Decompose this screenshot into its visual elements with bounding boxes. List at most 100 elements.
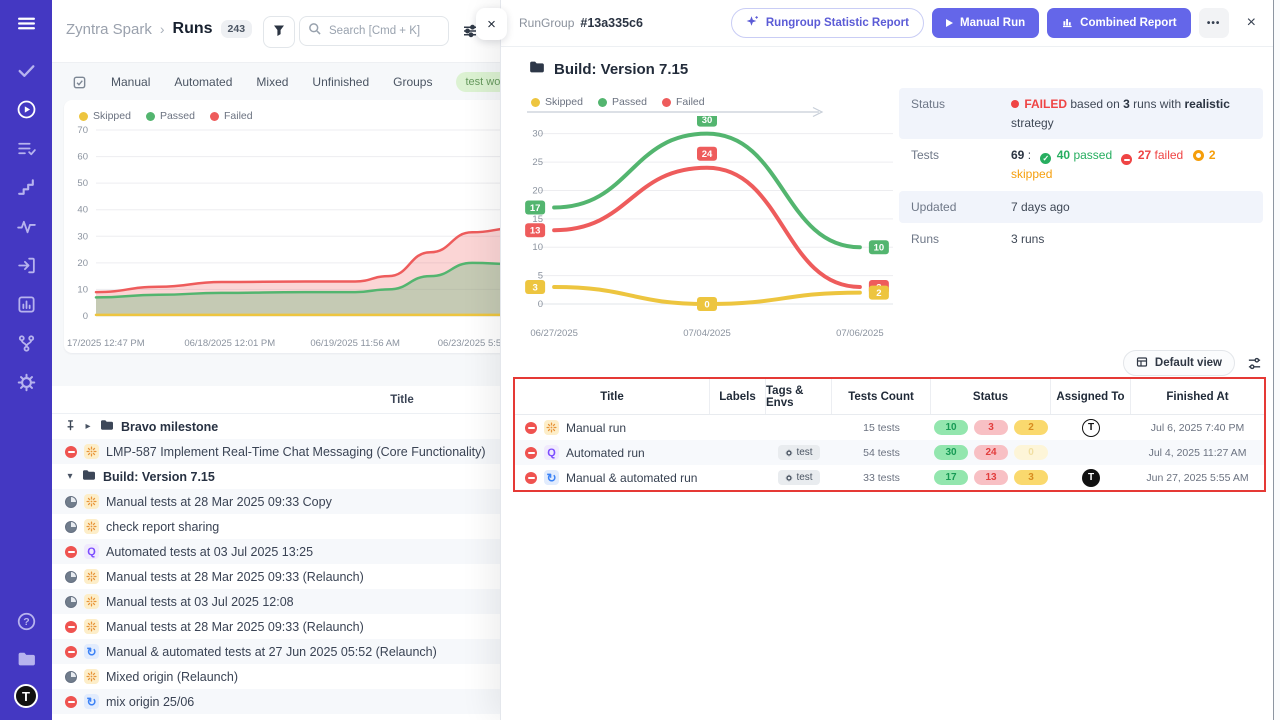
breadcrumb-page[interactable]: Runs [173,20,213,38]
column-header[interactable]: Labels [710,379,766,414]
sparkles-icon [746,15,759,31]
table-row[interactable]: Manual run15 tests1032TJul 6, 2025 7:40 … [515,415,1264,440]
failed-status-icon [65,446,77,458]
failed-status-icon [65,546,77,558]
settings-icon[interactable] [15,371,37,393]
tags-cell: test [766,470,832,485]
runs-tabs: Manual Automated Mixed Unfinished Groups… [52,62,500,102]
svg-text:15: 15 [532,214,543,225]
tab-groups[interactable]: Groups [393,75,432,89]
manual-run-icon [84,669,99,684]
breadcrumb: Zyntra Spark › Runs 243 [66,20,252,38]
breadcrumb-project[interactable]: Zyntra Spark [66,21,152,38]
test-plans-icon[interactable] [15,137,37,159]
table-view-icon [1136,356,1148,371]
failed-status-icon [525,422,537,434]
tab-manual[interactable]: Manual [111,75,150,89]
drawer-actions: Rungroup Statistic Report Manual Run Com… [731,8,1262,38]
assignee-avatar: T [1082,469,1100,487]
svg-text:24: 24 [702,149,713,160]
drawer-close-button[interactable]: × [1241,13,1262,33]
svg-text:06/18/2025 12:01 PM: 06/18/2025 12:01 PM [184,338,275,349]
svg-text:0: 0 [83,311,88,322]
svg-text:10: 10 [874,243,885,254]
column-header[interactable]: Finished At [1131,379,1264,414]
manual-run-button[interactable]: Manual Run [932,8,1039,38]
help-icon[interactable]: ? [15,610,37,632]
failed-status-icon [525,447,537,459]
manual-run-icon [84,519,99,534]
default-view-button[interactable]: Default view [1123,350,1235,376]
projects-icon[interactable] [15,647,37,669]
in-progress-status-icon [65,571,77,583]
folder-icon [82,469,96,484]
run-title: Manual tests at 28 Mar 2025 09:33 Copy [106,495,332,509]
statistic-report-button[interactable]: Rungroup Statistic Report [731,8,924,38]
runs-table-body: Manual run15 tests1032TJul 6, 2025 7:40 … [515,415,1264,490]
runs-play-icon[interactable] [15,98,37,120]
run-title: Build: Version 7.15 [103,470,215,484]
svg-text:10: 10 [77,284,88,295]
table-row[interactable]: QAutomated runtest54 tests30240Jul 4, 20… [515,440,1264,465]
tasks-check-icon[interactable] [15,59,37,81]
combined-report-button[interactable]: Combined Report [1047,8,1190,38]
more-actions-button[interactable]: ••• [1199,8,1229,38]
column-header[interactable]: Tests Count [832,379,931,414]
sidebar: ?T [0,0,52,720]
funnel-icon [272,23,286,42]
run-title: Manual tests at 28 Mar 2025 09:33 (Relau… [106,620,364,634]
tests-count-cell: 15 tests [832,422,931,434]
svg-text:13: 13 [530,226,541,237]
column-header[interactable]: Title [515,379,710,414]
svg-text:70: 70 [77,125,88,136]
search-input[interactable] [327,24,441,38]
manual-run-icon [84,494,99,509]
table-row[interactable]: ↻Manual & automated runtest33 tests17133… [515,465,1264,490]
column-header[interactable]: Assigned To [1051,379,1131,414]
folder-icon [100,419,114,434]
manual-run-icon [84,594,99,609]
svg-text:2: 2 [876,288,881,299]
manual-run-icon [84,444,99,459]
rungroup-line-chart: 05101520253006/27/202507/04/202507/06/20… [517,116,895,340]
column-header[interactable]: Tags & Envs [766,379,832,414]
status-count-pill: 3 [974,420,1008,435]
status-count-pill: 3 [1014,470,1048,485]
tags-cell: test [766,445,832,460]
tab-unfinished[interactable]: Unfinished [312,75,369,89]
column-header[interactable]: Status [931,379,1051,414]
rungroup-id: #13a335c6 [580,16,643,30]
tab-mixed[interactable]: Mixed [256,75,288,89]
account-logo-icon[interactable]: T [14,684,38,708]
import-icon[interactable] [15,254,37,276]
scrollbar[interactable] [1273,0,1280,720]
finished-at-cell: Jul 4, 2025 11:27 AM [1131,447,1264,459]
filter-button[interactable] [263,16,295,48]
run-title: Automated tests at 03 Jul 2025 13:25 [106,545,313,559]
analytics-icon[interactable] [15,293,37,315]
branches-icon[interactable] [15,332,37,354]
manual-run-icon [84,569,99,584]
status-count-pill: 0 [1014,445,1048,460]
svg-text:06/19/2025 11:56 AM: 06/19/2025 11:56 AM [310,338,400,349]
table-settings-icon[interactable] [1247,356,1262,371]
caret-right-icon[interactable]: ▸ [83,421,93,432]
svg-text:06/27/2025: 06/27/2025 [530,328,578,339]
menu-icon[interactable] [15,12,37,34]
panel-close-button[interactable]: × [476,8,507,40]
runs-count-row: Runs 3 runs [899,223,1263,256]
tag-pill: test [778,470,819,485]
pulse-icon[interactable] [15,215,37,237]
run-title: Automated run [566,446,645,460]
status-count-pill: 10 [934,420,968,435]
select-runs-icon[interactable] [72,75,87,90]
bar-chart-icon [1061,16,1073,31]
search-box[interactable] [299,16,449,46]
steps-icon[interactable] [15,176,37,198]
tab-automated[interactable]: Automated [174,75,232,89]
svg-text:50: 50 [77,178,88,189]
rungroup-drawer: RunGroup #13a335c6 Rungroup Statistic Re… [500,0,1280,720]
caret-down-icon[interactable]: ▾ [65,471,75,482]
breadcrumb-separator: › [160,21,165,37]
tests-count-cell: 54 tests [832,447,931,459]
